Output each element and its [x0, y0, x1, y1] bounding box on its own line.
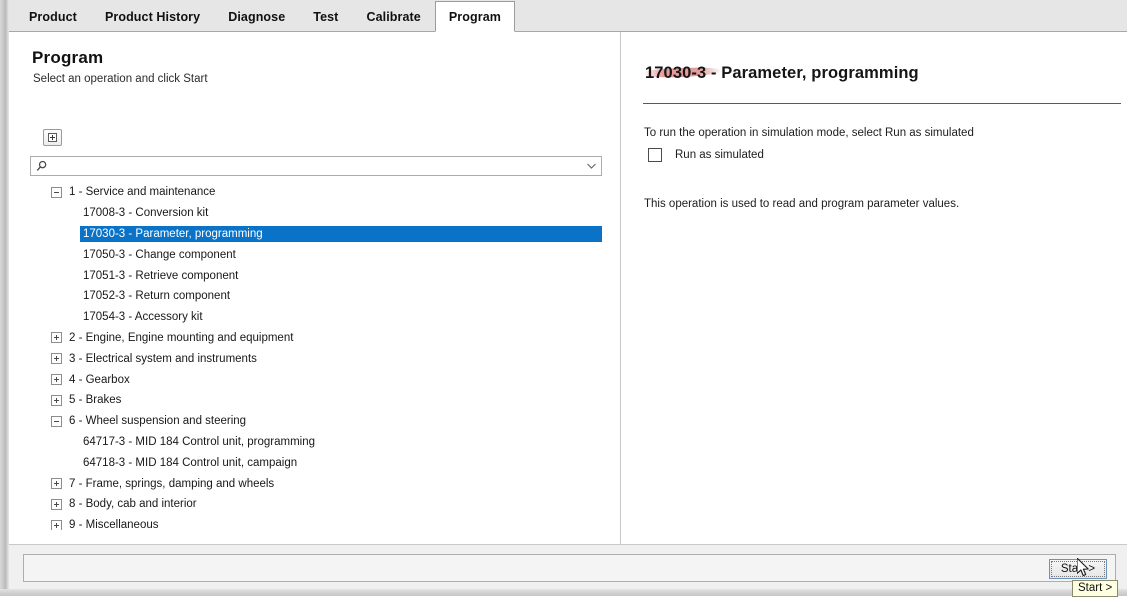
operation-details-panel: 17030-3 - Parameter, programming To run …	[622, 32, 1127, 544]
run-as-simulated-label: Run as simulated	[675, 149, 764, 161]
start-button[interactable]: Start >	[1049, 559, 1107, 579]
tree-group-row[interactable]: 9 - Miscellaneous	[30, 515, 602, 530]
operation-selection-panel: Program Select an operation and click St…	[9, 32, 621, 544]
operation-description: This operation is used to read and progr…	[644, 198, 960, 210]
bottom-action-bar: Start >	[9, 544, 1127, 589]
tree-group-row[interactable]: 4 - Gearbox	[30, 369, 602, 390]
tree-item-label: 17052-3 - Return component	[83, 290, 231, 303]
tree-item-row[interactable]: 17052-3 - Return component	[30, 286, 602, 307]
tree-item-label: 64717-3 - MID 184 Control unit, programm…	[83, 435, 316, 448]
tree-item-label: 1 - Service and maintenance	[69, 186, 216, 199]
start-button-tooltip: Start >	[1072, 580, 1119, 597]
expand-icon[interactable]	[51, 478, 62, 490]
expand-icon[interactable]	[51, 332, 62, 344]
tree-item-label: 4 - Gearbox	[69, 373, 130, 386]
operation-title: 17030-3 - Parameter, programming	[645, 64, 919, 82]
tree-group-row[interactable]: 2 - Engine, Engine mounting and equipmen…	[30, 328, 602, 349]
tree-group-row[interactable]: 5 - Brakes	[30, 390, 602, 411]
tab-test[interactable]: Test	[299, 1, 352, 32]
tree-item-label: 17050-3 - Change component	[83, 248, 236, 261]
tree-item-label: 17008-3 - Conversion kit	[83, 207, 209, 220]
search-icon	[31, 157, 53, 175]
collapse-icon[interactable]	[51, 415, 62, 427]
collapse-icon[interactable]	[51, 186, 62, 198]
tree-item-row[interactable]: 17030-3 - Parameter, programming	[30, 224, 602, 245]
tab-calibrate[interactable]: Calibrate	[352, 1, 434, 32]
tree-item-row[interactable]: 17054-3 - Accessory kit	[30, 307, 602, 328]
operation-tree[interactable]: 1 - Service and maintenance 17008-3 - Con…	[30, 182, 602, 530]
tree-item-label: 7 - Frame, springs, damping and wheels	[69, 477, 275, 490]
title-divider	[643, 103, 1121, 104]
tree-item-label: 6 - Wheel suspension and steering	[69, 415, 247, 428]
expand-icon[interactable]	[51, 374, 62, 386]
tree-item-label: 5 - Brakes	[69, 394, 122, 407]
expand-icon[interactable]	[51, 498, 62, 510]
page-title: Program	[32, 48, 104, 67]
tree-item-label: 17054-3 - Accessory kit	[83, 311, 203, 324]
tree-item-label: 64718-3 - MID 184 Control unit, campaign	[83, 456, 298, 469]
main-tab-bar: Product Product History Diagnose Test Calibr…	[9, 0, 1127, 32]
search-box[interactable]	[30, 156, 602, 176]
expand-icon[interactable]	[51, 394, 62, 406]
tree-item-row[interactable]: 17008-3 - Conversion kit	[30, 203, 602, 224]
tree-item-row[interactable]: 17051-3 - Retrieve component	[30, 265, 602, 286]
page-subtitle: Select an operation and click Start	[33, 73, 208, 85]
content-area: Program Select an operation and click St…	[9, 32, 1127, 544]
window-bottom-edge	[0, 589, 1127, 596]
run-as-simulated-checkbox[interactable]	[648, 148, 662, 162]
simulation-hint-text: To run the operation in simulation mode,…	[644, 127, 974, 139]
tree-item-label: 17051-3 - Retrieve component	[83, 269, 239, 282]
application-window: Product Product History Diagnose Test Calibr…	[0, 0, 1127, 597]
tree-item-label: 17030-3 - Parameter, programming	[80, 225, 602, 242]
tree-group-row[interactable]: 7 - Frame, springs, damping and wheels	[30, 473, 602, 494]
tree-group-row[interactable]: 8 - Body, cab and interior	[30, 494, 602, 515]
run-as-simulated-row[interactable]: Run as simulated	[648, 148, 764, 162]
tab-strip: Product Product History Diagnose Test Calibr…	[15, 0, 515, 32]
expand-icon[interactable]	[51, 519, 62, 530]
tree-item-label: 3 - Electrical system and instruments	[69, 352, 257, 365]
tree-item-row[interactable]: 64718-3 - MID 184 Control unit, campaign	[30, 452, 602, 473]
tree-item-label: 8 - Body, cab and interior	[69, 498, 197, 511]
tree-group-row[interactable]: 3 - Electrical system and instruments	[30, 348, 602, 369]
tab-diagnose[interactable]: Diagnose	[214, 1, 299, 32]
bottom-inset-panel: Start >	[23, 554, 1116, 582]
expand-icon[interactable]	[51, 353, 62, 365]
search-input[interactable]	[53, 158, 581, 174]
tab-program[interactable]: Program	[434, 1, 515, 32]
tree-item-label: 9 - Miscellaneous	[69, 519, 159, 530]
box-plus-icon	[48, 133, 57, 142]
tree-item-row[interactable]: 17050-3 - Change component	[30, 244, 602, 265]
expand-all-button[interactable]	[43, 129, 62, 146]
chevron-down-icon[interactable]	[581, 157, 601, 175]
tree-group-row[interactable]: 1 - Service and maintenance	[30, 182, 602, 203]
tree-item-label: 2 - Engine, Engine mounting and equipmen…	[69, 331, 294, 344]
window-left-edge	[0, 0, 9, 596]
tab-product[interactable]: Product	[15, 1, 91, 32]
tab-product-history[interactable]: Product History	[91, 1, 214, 32]
tree-item-row[interactable]: 64717-3 - MID 184 Control unit, programm…	[30, 432, 602, 453]
tree-group-row[interactable]: 6 - Wheel suspension and steering	[30, 411, 602, 432]
